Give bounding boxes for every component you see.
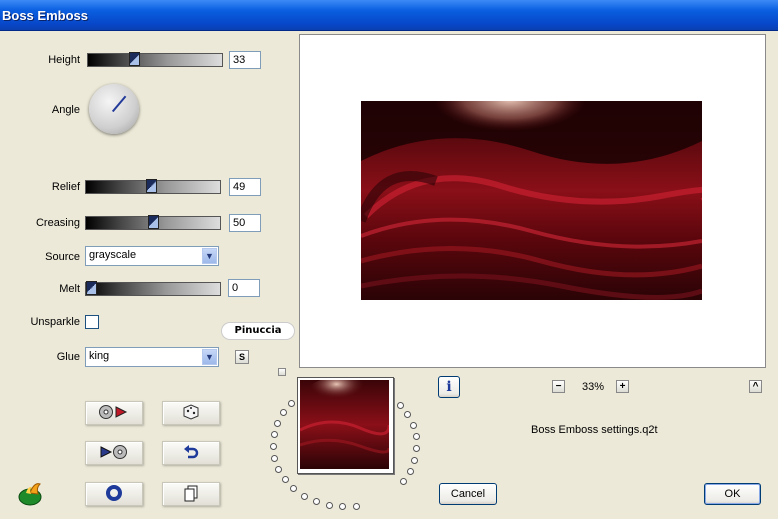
chevron-down-icon[interactable]: ▼ — [202, 248, 217, 264]
main-preview-panel[interactable] — [299, 34, 766, 368]
play-disc-icon — [98, 444, 130, 463]
relief-label: Relief — [51, 181, 80, 193]
zoom-level: 33% — [581, 381, 605, 393]
navigator-ring-dot — [274, 419, 282, 427]
options-button[interactable] — [85, 482, 143, 506]
navigator-ring-dot — [300, 492, 308, 500]
undo-icon — [182, 443, 200, 464]
ring-icon — [105, 484, 123, 505]
angle-needle — [111, 95, 127, 113]
save-settings-button[interactable] — [85, 441, 143, 465]
window-title: Boss Emboss — [2, 8, 88, 23]
cancel-button[interactable]: Cancel — [439, 483, 497, 505]
navigator-image — [300, 380, 389, 469]
dice-icon — [181, 403, 201, 424]
glue-selected-value: king — [89, 350, 110, 362]
creasing-label: Creasing — [35, 217, 80, 229]
info-button[interactable]: i — [438, 376, 460, 398]
relief-input[interactable]: 49 — [229, 178, 261, 196]
source-label: Source — [45, 251, 80, 263]
copy-button[interactable] — [162, 482, 220, 506]
preview-image — [361, 101, 702, 300]
navigator-ring-dot — [406, 467, 414, 475]
zoom-in-button[interactable]: + — [616, 380, 629, 393]
creasing-input[interactable]: 50 — [229, 214, 261, 232]
watermark-label: Pinuccia — [222, 323, 294, 339]
navigator-ring-dot — [339, 503, 347, 511]
melt-slider[interactable] — [85, 281, 221, 296]
chevron-down-icon[interactable]: ▼ — [202, 349, 217, 365]
ok-button[interactable]: OK — [704, 483, 761, 505]
random-button[interactable] — [162, 401, 220, 425]
navigator-ring-dot — [404, 411, 412, 419]
melt-slider-thumb[interactable] — [86, 281, 97, 295]
navigator-ring-dot — [312, 498, 320, 506]
navigator-ring-dot — [399, 477, 407, 485]
navigator-ring-dot — [409, 422, 417, 430]
settings-filename: Boss Emboss settings.q2t — [531, 424, 658, 436]
navigator-ring-dot — [269, 442, 277, 450]
navigator-ring-dot — [281, 476, 289, 483]
navigator-reset-button[interactable] — [278, 368, 286, 376]
melt-input[interactable]: 0 — [228, 279, 260, 297]
glue-s-button[interactable]: S — [235, 350, 249, 364]
source-dropdown[interactable]: grayscale ▼ — [85, 246, 219, 266]
navigator-ring-dot — [413, 445, 421, 453]
navigator-thumbnail[interactable] — [297, 377, 394, 474]
load-settings-button[interactable] — [85, 401, 143, 425]
pages-icon — [182, 484, 200, 505]
zoom-out-button[interactable]: − — [552, 380, 565, 393]
height-input[interactable]: 33 — [229, 51, 261, 69]
angle-dial[interactable] — [89, 84, 139, 134]
navigator-ring-dot — [270, 431, 278, 439]
height-slider[interactable] — [87, 52, 223, 67]
navigator-ring-dot — [352, 502, 360, 510]
navigator-ring-dot — [280, 409, 287, 417]
glue-dropdown[interactable]: king ▼ — [85, 347, 219, 367]
navigator-ring-dot — [396, 401, 404, 409]
unsparkle-label: Unsparkle — [30, 316, 80, 328]
title-bar: Boss Emboss — [0, 0, 778, 31]
reset-button[interactable] — [162, 441, 220, 465]
height-slider-thumb[interactable] — [128, 52, 140, 66]
navigator-ring-dot — [275, 465, 283, 473]
navigator-ring-dot — [288, 399, 296, 407]
navigator-ring-dot — [290, 485, 298, 493]
relief-slider-thumb[interactable] — [146, 179, 158, 193]
navigator-ring-dot — [271, 454, 279, 462]
height-label: Height — [48, 54, 80, 66]
melt-label: Melt — [59, 283, 80, 295]
navigator-ring-dot — [412, 433, 420, 441]
creasing-slider-thumb[interactable] — [147, 215, 159, 229]
angle-label: Angle — [51, 104, 80, 116]
navigator-ring-dot — [325, 501, 333, 509]
glue-label: Glue — [56, 351, 80, 363]
source-selected-value: grayscale — [89, 249, 137, 261]
navigator-ring-dot — [411, 456, 419, 464]
app-logo-icon — [16, 478, 46, 511]
disc-play-icon — [98, 404, 130, 423]
creasing-slider[interactable] — [85, 215, 221, 230]
unsparkle-checkbox[interactable] — [85, 315, 99, 329]
relief-slider[interactable] — [85, 179, 221, 194]
scroll-up-button[interactable]: ^ — [749, 380, 762, 393]
